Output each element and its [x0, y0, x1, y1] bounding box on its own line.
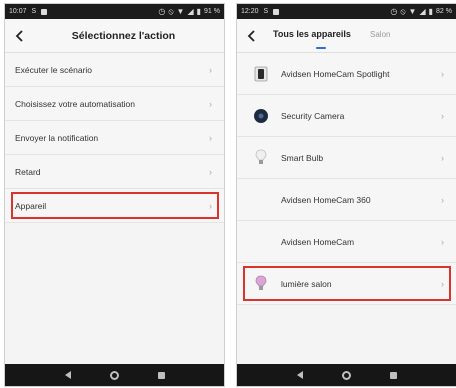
device-row[interactable]: Security Camera › — [237, 95, 456, 137]
header-bar: Tous les appareils Salon — [237, 19, 456, 53]
action-list: Exécuter le scénario › Choisissez votre … — [5, 53, 224, 223]
battery-level: 91 % — [204, 8, 220, 15]
bulb-icon — [255, 149, 267, 164]
system-nav-bar — [5, 364, 224, 386]
carrier-label: S — [31, 8, 37, 15]
device-label: Security Camera — [281, 110, 345, 121]
tab-all-devices[interactable]: Tous les appareils — [273, 29, 351, 39]
chevron-right-icon: › — [441, 68, 444, 79]
nav-back-icon[interactable] — [64, 371, 71, 379]
status-time: 10:07 — [9, 8, 27, 15]
device-label: Avidsen HomeCam — [281, 236, 355, 247]
device-row[interactable]: Avidsen HomeCam › — [237, 221, 456, 263]
chevron-right-icon: › — [441, 194, 444, 205]
chevron-right-icon: › — [209, 200, 212, 211]
nav-home-icon[interactable] — [109, 370, 119, 380]
chevron-right-icon: › — [209, 98, 212, 109]
device-row[interactable]: lumière salon › — [237, 263, 456, 305]
device-label: Smart Bulb — [281, 152, 324, 163]
device-label: Avidsen HomeCam 360 — [281, 194, 371, 205]
notification-icon — [273, 8, 280, 15]
chevron-right-icon: › — [209, 166, 212, 177]
action-delay[interactable]: Retard › — [5, 155, 224, 189]
signal-icon: ◢ — [187, 6, 194, 16]
active-tab-indicator — [316, 47, 326, 49]
action-device[interactable]: Appareil › — [5, 189, 224, 223]
status-time: 12:20 — [241, 8, 259, 15]
carrier-label: S — [263, 8, 269, 15]
chevron-right-icon: › — [441, 110, 444, 121]
color-bulb-icon — [255, 275, 267, 290]
device-row[interactable]: Smart Bulb › — [237, 137, 456, 179]
action-label: Appareil — [15, 200, 47, 211]
phone-screen-right: 12:20 S ◷ ⦸ ▼ ◢ ▮ 82 % Tous les appareil… — [236, 3, 456, 387]
chevron-right-icon: › — [441, 278, 444, 289]
battery-level: 82 % — [436, 8, 452, 15]
action-label: Exécuter le scénario — [15, 64, 93, 75]
chevron-right-icon: › — [209, 132, 212, 143]
status-bar: 12:20 S ◷ ⦸ ▼ ◢ ▮ 82 % — [237, 4, 456, 19]
back-arrow-icon[interactable] — [245, 28, 259, 44]
battery-icon: ▮ — [196, 6, 202, 16]
device-label: lumière salon — [281, 278, 332, 289]
dome-camera-icon — [254, 108, 268, 123]
wifi-icon: ▼ — [408, 6, 417, 16]
chevron-right-icon: › — [441, 236, 444, 247]
mute-icon: ⦸ — [400, 6, 406, 16]
phone-screen-left: 10:07 S ◷ ⦸ ▼ ◢ ▮ 91 % Sélectionnez l'ac… — [4, 3, 225, 387]
device-list: Avidsen HomeCam Spotlight › Security Cam… — [237, 53, 456, 305]
notification-icon — [41, 8, 48, 15]
chevron-right-icon: › — [209, 64, 212, 75]
device-label: Avidsen HomeCam Spotlight — [281, 68, 390, 79]
action-send-notification[interactable]: Envoyer la notification › — [5, 121, 224, 155]
highlight-box — [243, 266, 451, 301]
action-choose-automation[interactable]: Choisissez votre automatisation › — [5, 87, 224, 121]
nav-home-icon[interactable] — [341, 370, 351, 380]
action-label: Choisissez votre automatisation — [15, 98, 136, 109]
nav-recent-apps-icon[interactable] — [389, 371, 397, 379]
alarm-icon: ◷ — [390, 6, 398, 16]
alarm-icon: ◷ — [158, 6, 166, 16]
device-row[interactable]: Avidsen HomeCam 360 › — [237, 179, 456, 221]
nav-back-icon[interactable] — [296, 371, 303, 379]
nav-recent-apps-icon[interactable] — [157, 371, 165, 379]
header-bar: Sélectionnez l'action — [5, 19, 224, 53]
status-bar: 10:07 S ◷ ⦸ ▼ ◢ ▮ 91 % — [5, 4, 224, 19]
page-title: Sélectionnez l'action — [71, 29, 176, 42]
mute-icon: ⦸ — [168, 6, 174, 16]
spotlight-camera-icon — [254, 66, 268, 81]
action-label: Retard — [15, 166, 41, 177]
action-label: Envoyer la notification — [15, 132, 99, 143]
device-row[interactable]: Avidsen HomeCam Spotlight › — [237, 53, 456, 95]
action-run-scenario[interactable]: Exécuter le scénario › — [5, 53, 224, 87]
wifi-icon: ▼ — [176, 6, 185, 16]
back-arrow-icon[interactable] — [13, 28, 27, 44]
chevron-right-icon: › — [441, 152, 444, 163]
signal-icon: ◢ — [419, 6, 426, 16]
battery-icon: ▮ — [428, 6, 434, 16]
tab-salon[interactable]: Salon — [370, 30, 390, 39]
system-nav-bar — [237, 364, 456, 386]
